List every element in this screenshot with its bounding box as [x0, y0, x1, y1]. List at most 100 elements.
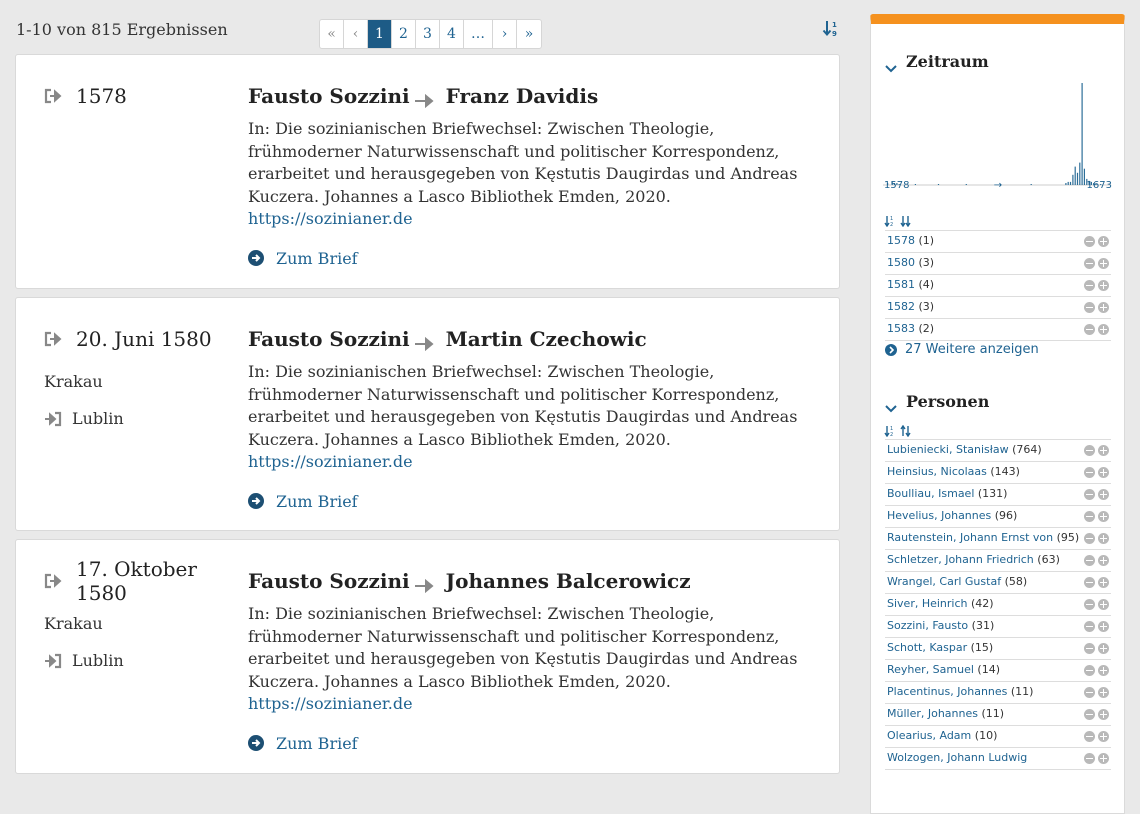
sort-count-icon[interactable]	[900, 422, 912, 438]
facet-personen-toggle[interactable]: Personen	[885, 392, 989, 412]
include-icon[interactable]	[1098, 489, 1109, 500]
facet-item-link[interactable]: Heinsius, Nicolaas	[887, 465, 987, 478]
facet-item-count: (15)	[970, 641, 994, 654]
exclude-icon[interactable]	[1084, 753, 1095, 764]
include-icon[interactable]	[1098, 280, 1109, 291]
facet-item-link[interactable]: Schletzer, Johann Friedrich	[887, 553, 1034, 566]
exclude-icon[interactable]	[1084, 643, 1095, 654]
include-icon[interactable]	[1098, 621, 1109, 632]
include-icon[interactable]	[1098, 577, 1109, 588]
letter-description: In: Die sozinianischen Briefwechsel: Zwi…	[248, 119, 798, 228]
facet-item-link[interactable]: 1581	[887, 278, 915, 291]
sort-numeric-asc-icon[interactable]: 12	[884, 212, 896, 228]
include-icon[interactable]	[1098, 258, 1109, 269]
exclude-icon[interactable]	[1084, 236, 1095, 247]
include-icon[interactable]	[1098, 236, 1109, 247]
include-icon[interactable]	[1098, 555, 1109, 566]
facet-item-count: (2)	[918, 322, 935, 335]
zeitraum-list: 1578 (1) 1580 (3) 1581 (4) 1582 (3) 1583…	[885, 230, 1111, 341]
facet-item-link[interactable]: 1582	[887, 300, 915, 313]
open-letter-link[interactable]: Zum Brief	[248, 492, 818, 511]
facet-item-link[interactable]: 1580	[887, 256, 915, 269]
page-2[interactable]: 2	[392, 20, 416, 48]
exclude-icon[interactable]	[1084, 709, 1095, 720]
letter-sender: Fausto Sozzini	[248, 84, 410, 108]
source-link[interactable]: https://sozinianer.de	[248, 209, 413, 228]
facet-item-count: (1)	[918, 234, 935, 247]
page-first[interactable]: «	[320, 20, 344, 48]
include-icon[interactable]	[1098, 709, 1109, 720]
source-link[interactable]: https://sozinianer.de	[248, 452, 413, 471]
exclude-icon[interactable]	[1084, 324, 1095, 335]
facet-item-link[interactable]: Reyher, Samuel	[887, 663, 974, 676]
exclude-icon[interactable]	[1084, 489, 1095, 500]
include-icon[interactable]	[1098, 467, 1109, 478]
timeline-histogram[interactable]	[883, 76, 1111, 186]
facet-item-link[interactable]: Müller, Johannes	[887, 707, 978, 720]
exclude-icon[interactable]	[1084, 599, 1095, 610]
facet-item-link[interactable]: Placentinus, Johannes	[887, 685, 1007, 698]
page-4[interactable]: 4	[440, 20, 464, 48]
page-1[interactable]: 1	[368, 20, 392, 48]
facet-item-link[interactable]: Olearius, Adam	[887, 729, 971, 742]
facet-item-link[interactable]: Hevelius, Johannes	[887, 509, 991, 522]
page-next[interactable]: ›	[493, 20, 517, 48]
include-icon[interactable]	[1098, 511, 1109, 522]
facet-item-link[interactable]: Rautenstein, Johann Ernst von	[887, 531, 1053, 544]
facet-item-link[interactable]: Wrangel, Carl Gustaf	[887, 575, 1001, 588]
page-ellipsis[interactable]: …	[464, 20, 493, 48]
range-end: 1673	[1086, 180, 1112, 191]
page-3[interactable]: 3	[416, 20, 440, 48]
facet-item-link[interactable]: Boulliau, Ismael	[887, 487, 974, 500]
exclude-icon[interactable]	[1084, 258, 1095, 269]
include-icon[interactable]	[1098, 687, 1109, 698]
include-icon[interactable]	[1098, 445, 1109, 456]
facet-item-link[interactable]: 1583	[887, 322, 915, 335]
letter-date: 1578	[76, 84, 127, 108]
exclude-icon[interactable]	[1084, 533, 1095, 544]
exclude-icon[interactable]	[1084, 467, 1095, 478]
exclude-icon[interactable]	[1084, 731, 1095, 742]
exclude-icon[interactable]	[1084, 665, 1095, 676]
letter-sender: Fausto Sozzini	[248, 327, 410, 351]
open-letter-link[interactable]: Zum Brief	[248, 249, 818, 268]
include-icon[interactable]	[1098, 533, 1109, 544]
facet-zeitraum-toggle[interactable]: Zeitraum	[885, 52, 989, 72]
facet-item-link[interactable]: Siver, Heinrich	[887, 597, 968, 610]
facet-item-link[interactable]: Sozzini, Fausto	[887, 619, 968, 632]
open-letter-link[interactable]: Zum Brief	[248, 734, 818, 753]
histogram-range-labels: 1578 → 1673	[884, 180, 1112, 191]
sort-alpha-icon[interactable]: 12	[884, 422, 896, 438]
page-last[interactable]: »	[517, 20, 541, 48]
page-prev[interactable]: ‹	[344, 20, 368, 48]
facet-item-link[interactable]: Schott, Kaspar	[887, 641, 967, 654]
letter-recipient: Johannes Balcerowicz	[445, 569, 691, 593]
facet-item-link[interactable]: Wolzogen, Johann Ludwig	[887, 751, 1027, 764]
facet-item-link[interactable]: 1578	[887, 234, 915, 247]
exclude-icon[interactable]	[1084, 555, 1095, 566]
exclude-icon[interactable]	[1084, 577, 1095, 588]
facet-row: Wolzogen, Johann Ludwig	[885, 748, 1111, 770]
include-icon[interactable]	[1098, 665, 1109, 676]
sort-numeric-desc-icon[interactable]	[900, 212, 912, 228]
letter-title: Fausto Sozzini Johannes Balcerowicz	[248, 567, 818, 595]
include-icon[interactable]	[1098, 753, 1109, 764]
exclude-icon[interactable]	[1084, 302, 1095, 313]
show-more-link[interactable]: 27 Weitere anzeigen	[885, 342, 1039, 357]
include-icon[interactable]	[1098, 731, 1109, 742]
include-icon[interactable]	[1098, 643, 1109, 654]
exclude-icon[interactable]	[1084, 687, 1095, 698]
include-icon[interactable]	[1098, 302, 1109, 313]
include-icon[interactable]	[1098, 324, 1109, 335]
source-link[interactable]: https://sozinianer.de	[248, 694, 413, 713]
include-icon[interactable]	[1098, 599, 1109, 610]
facet-item-link[interactable]: Lubieniecki, Stanisław	[887, 443, 1009, 456]
exclude-icon[interactable]	[1084, 621, 1095, 632]
exclude-icon[interactable]	[1084, 445, 1095, 456]
exclude-icon[interactable]	[1084, 280, 1095, 291]
arrow-right-icon	[414, 89, 436, 109]
sort-order-icon[interactable]: 1 9	[822, 19, 840, 39]
histogram-bar[interactable]	[1081, 83, 1083, 185]
facet-row: Lubieniecki, Stanisław (764)	[885, 440, 1111, 462]
exclude-icon[interactable]	[1084, 511, 1095, 522]
